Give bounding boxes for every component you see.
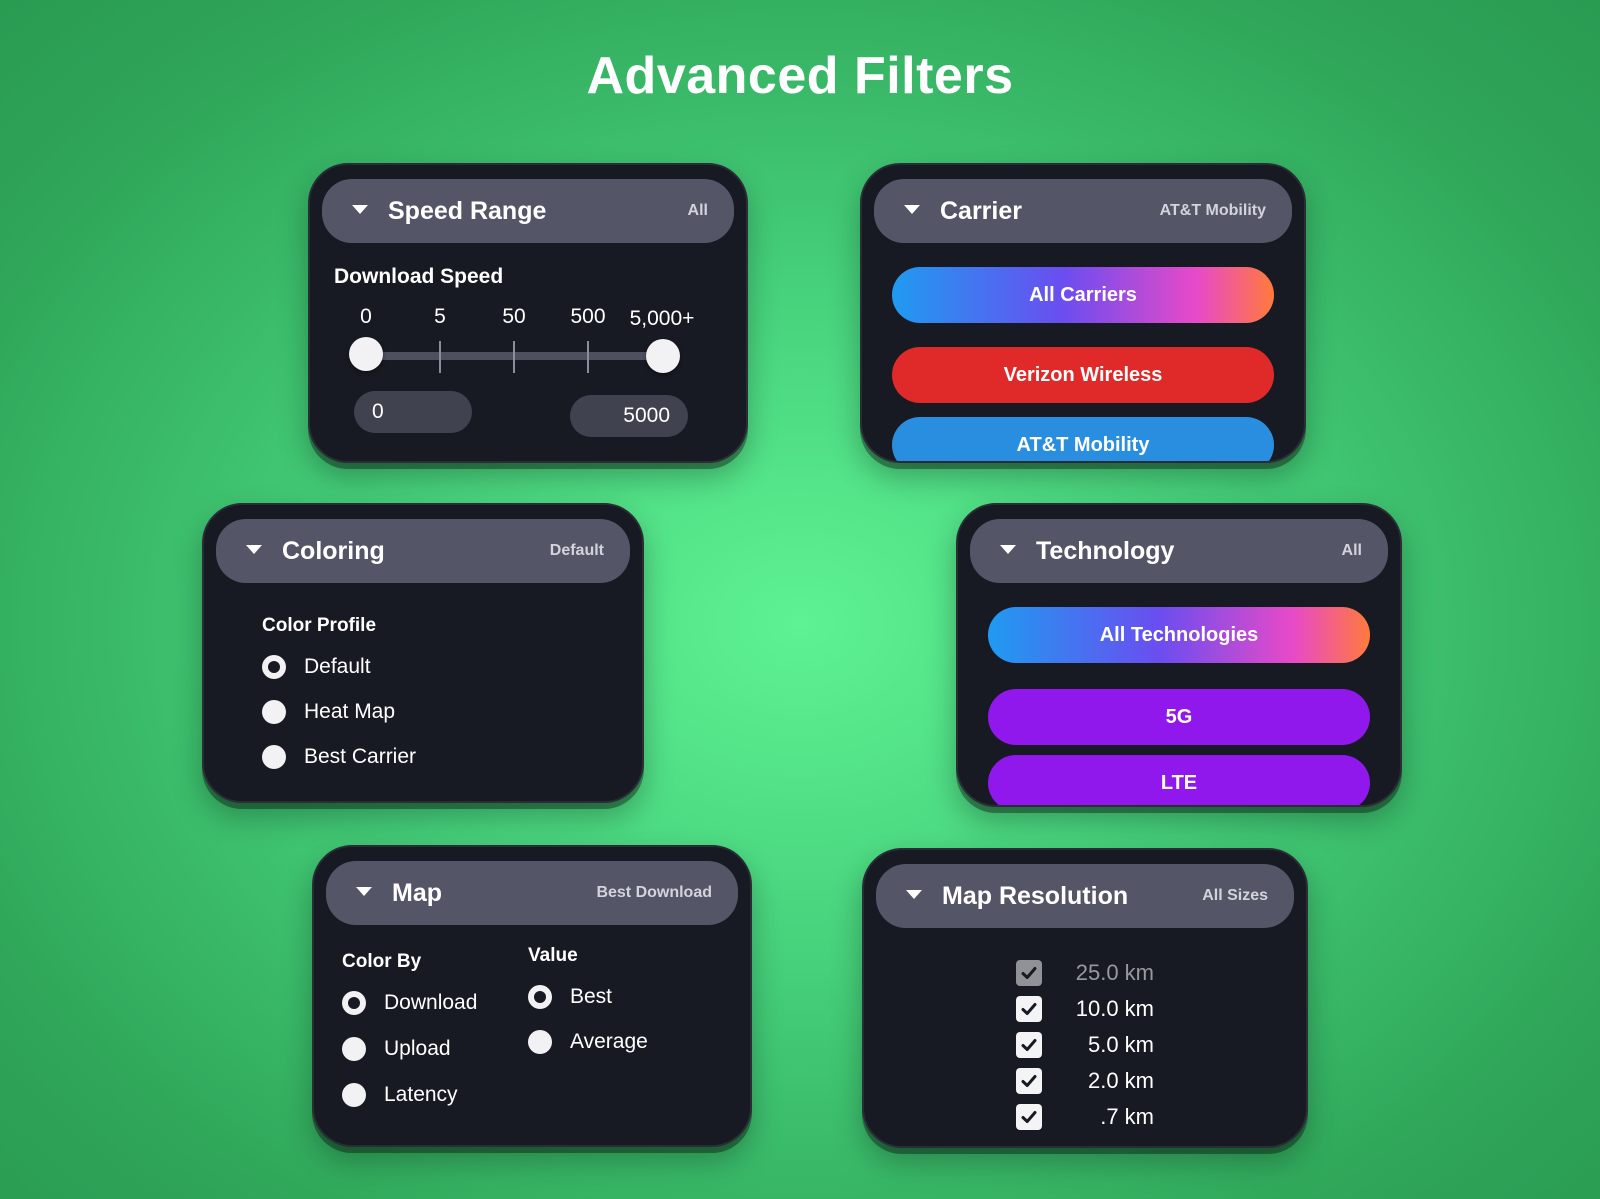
checkbox[interactable] — [1016, 1032, 1042, 1058]
radio-option-default[interactable]: Default — [262, 655, 371, 679]
speed-slider-track[interactable] — [368, 352, 668, 360]
checkbox[interactable] — [1016, 960, 1042, 986]
radio-option-latency[interactable]: Latency — [342, 1083, 458, 1107]
map-resolution-value: All Sizes — [1202, 887, 1268, 904]
resolution-option-2km[interactable]: 2.0 km — [1016, 1068, 1154, 1094]
caret-down-icon — [904, 204, 920, 214]
radio-button[interactable] — [262, 655, 286, 679]
slider-tick — [439, 341, 441, 373]
radio-button[interactable] — [528, 1030, 552, 1054]
checkbox-label: 25.0 km — [1075, 960, 1154, 985]
radio-button[interactable] — [528, 985, 552, 1009]
coloring-value: Default — [549, 542, 604, 559]
color-by-label: Color By — [342, 951, 422, 972]
carrier-option-verizon[interactable]: Verizon Wireless — [892, 347, 1274, 403]
radio-button[interactable] — [262, 700, 286, 724]
tick-label: 500 — [570, 305, 606, 328]
checkmark-icon — [1021, 1003, 1037, 1015]
carrier-title: Carrier — [940, 196, 1022, 225]
checkmark-icon — [1021, 967, 1037, 979]
slider-tick — [587, 341, 589, 373]
map-title: Map — [392, 878, 442, 907]
map-card: Map Best Download Color By Download Uplo… — [312, 845, 752, 1147]
map-resolution-title: Map Resolution — [942, 881, 1129, 910]
radio-option-best-carrier[interactable]: Best Carrier — [262, 745, 416, 769]
radio-option-upload[interactable]: Upload — [342, 1037, 451, 1061]
tick-label: 0 — [360, 305, 372, 328]
page-title: Advanced Filters — [586, 47, 1014, 105]
radio-label: Best — [570, 985, 613, 1008]
checkbox-label: 2.0 km — [1087, 1068, 1154, 1093]
min-speed-input[interactable]: 0 — [354, 391, 472, 433]
technology-option-5g[interactable]: 5G — [988, 689, 1370, 745]
checkbox[interactable] — [1016, 996, 1042, 1022]
slider-max-thumb[interactable] — [646, 339, 680, 373]
checkbox[interactable] — [1016, 1068, 1042, 1094]
radio-label: Download — [384, 991, 478, 1014]
caret-down-icon — [356, 886, 372, 896]
radio-option-heat-map[interactable]: Heat Map — [262, 700, 395, 724]
resolution-option-25km[interactable]: 25.0 km — [1016, 960, 1154, 986]
checkmark-icon — [1021, 1039, 1037, 1051]
caret-down-icon — [906, 889, 922, 899]
carrier-header[interactable]: Carrier AT&T Mobility — [874, 179, 1292, 243]
checkbox-label: .7 km — [1100, 1104, 1154, 1129]
value-label: Value — [528, 945, 578, 966]
carrier-option-all[interactable]: All Carriers — [892, 267, 1274, 323]
radio-label: Best Carrier — [304, 745, 417, 768]
radio-option-download[interactable]: Download — [342, 991, 477, 1015]
technology-value: All — [1341, 542, 1362, 559]
caret-down-icon — [1000, 544, 1016, 554]
coloring-title: Coloring — [282, 536, 385, 565]
radio-label: Upload — [384, 1037, 451, 1060]
radio-label: Heat Map — [304, 700, 396, 723]
technology-header[interactable]: Technology All — [970, 519, 1388, 583]
radio-button[interactable] — [342, 991, 366, 1015]
radio-label: Average — [570, 1030, 648, 1053]
tick-label: 5 — [434, 305, 446, 328]
checkbox-label: 10.0 km — [1075, 996, 1154, 1021]
checkmark-icon — [1021, 1075, 1037, 1087]
radio-option-best[interactable]: Best — [528, 985, 612, 1009]
speed-range-value: All — [687, 202, 708, 219]
checkbox[interactable] — [1016, 1104, 1042, 1130]
coloring-header[interactable]: Coloring Default — [216, 519, 630, 583]
map-header[interactable]: Map Best Download — [326, 861, 738, 925]
radio-label: Default — [304, 655, 371, 678]
checkbox-label: 5.0 km — [1087, 1032, 1154, 1057]
max-speed-input[interactable]: 5000 — [570, 395, 688, 437]
radio-button[interactable] — [262, 745, 286, 769]
carrier-option-att[interactable]: AT&T Mobility — [892, 417, 1274, 461]
technology-title: Technology — [1036, 536, 1175, 565]
download-speed-label: Download Speed — [334, 265, 504, 288]
coloring-card: Coloring Default Color Profile Default H… — [202, 503, 644, 803]
map-resolution-card: Map Resolution All Sizes 25.0 km 10.0 km… — [862, 848, 1308, 1148]
caret-down-icon — [246, 544, 262, 554]
speed-range-title: Speed Range — [388, 196, 547, 225]
radio-option-average[interactable]: Average — [528, 1030, 648, 1054]
technology-card: Technology All All Technologies 5G LTE — [956, 503, 1402, 807]
technology-option-all[interactable]: All Technologies — [988, 607, 1370, 663]
slider-tick — [513, 341, 515, 373]
tick-label: 50 — [502, 305, 526, 328]
carrier-value: AT&T Mobility — [1159, 202, 1266, 219]
color-profile-label: Color Profile — [262, 615, 377, 636]
radio-label: Latency — [384, 1083, 458, 1106]
carrier-card: Carrier AT&T Mobility All Carriers Veriz… — [860, 163, 1306, 463]
speed-range-header[interactable]: Speed Range All — [322, 179, 734, 243]
resolution-option-0-7km[interactable]: .7 km — [1016, 1104, 1154, 1130]
map-resolution-header[interactable]: Map Resolution All Sizes — [876, 864, 1294, 928]
checkmark-icon — [1021, 1111, 1037, 1123]
tick-label: 5,000+ — [629, 307, 695, 330]
technology-option-lte[interactable]: LTE — [988, 755, 1370, 805]
map-value: Best Download — [596, 884, 712, 901]
radio-button[interactable] — [342, 1037, 366, 1061]
caret-down-icon — [352, 204, 368, 214]
slider-min-thumb[interactable] — [349, 337, 383, 371]
radio-button[interactable] — [342, 1083, 366, 1107]
resolution-option-10km[interactable]: 10.0 km — [1016, 996, 1154, 1022]
speed-range-card: Speed Range All Download Speed 0 5 50 50… — [308, 163, 748, 463]
resolution-option-5km[interactable]: 5.0 km — [1016, 1032, 1154, 1058]
